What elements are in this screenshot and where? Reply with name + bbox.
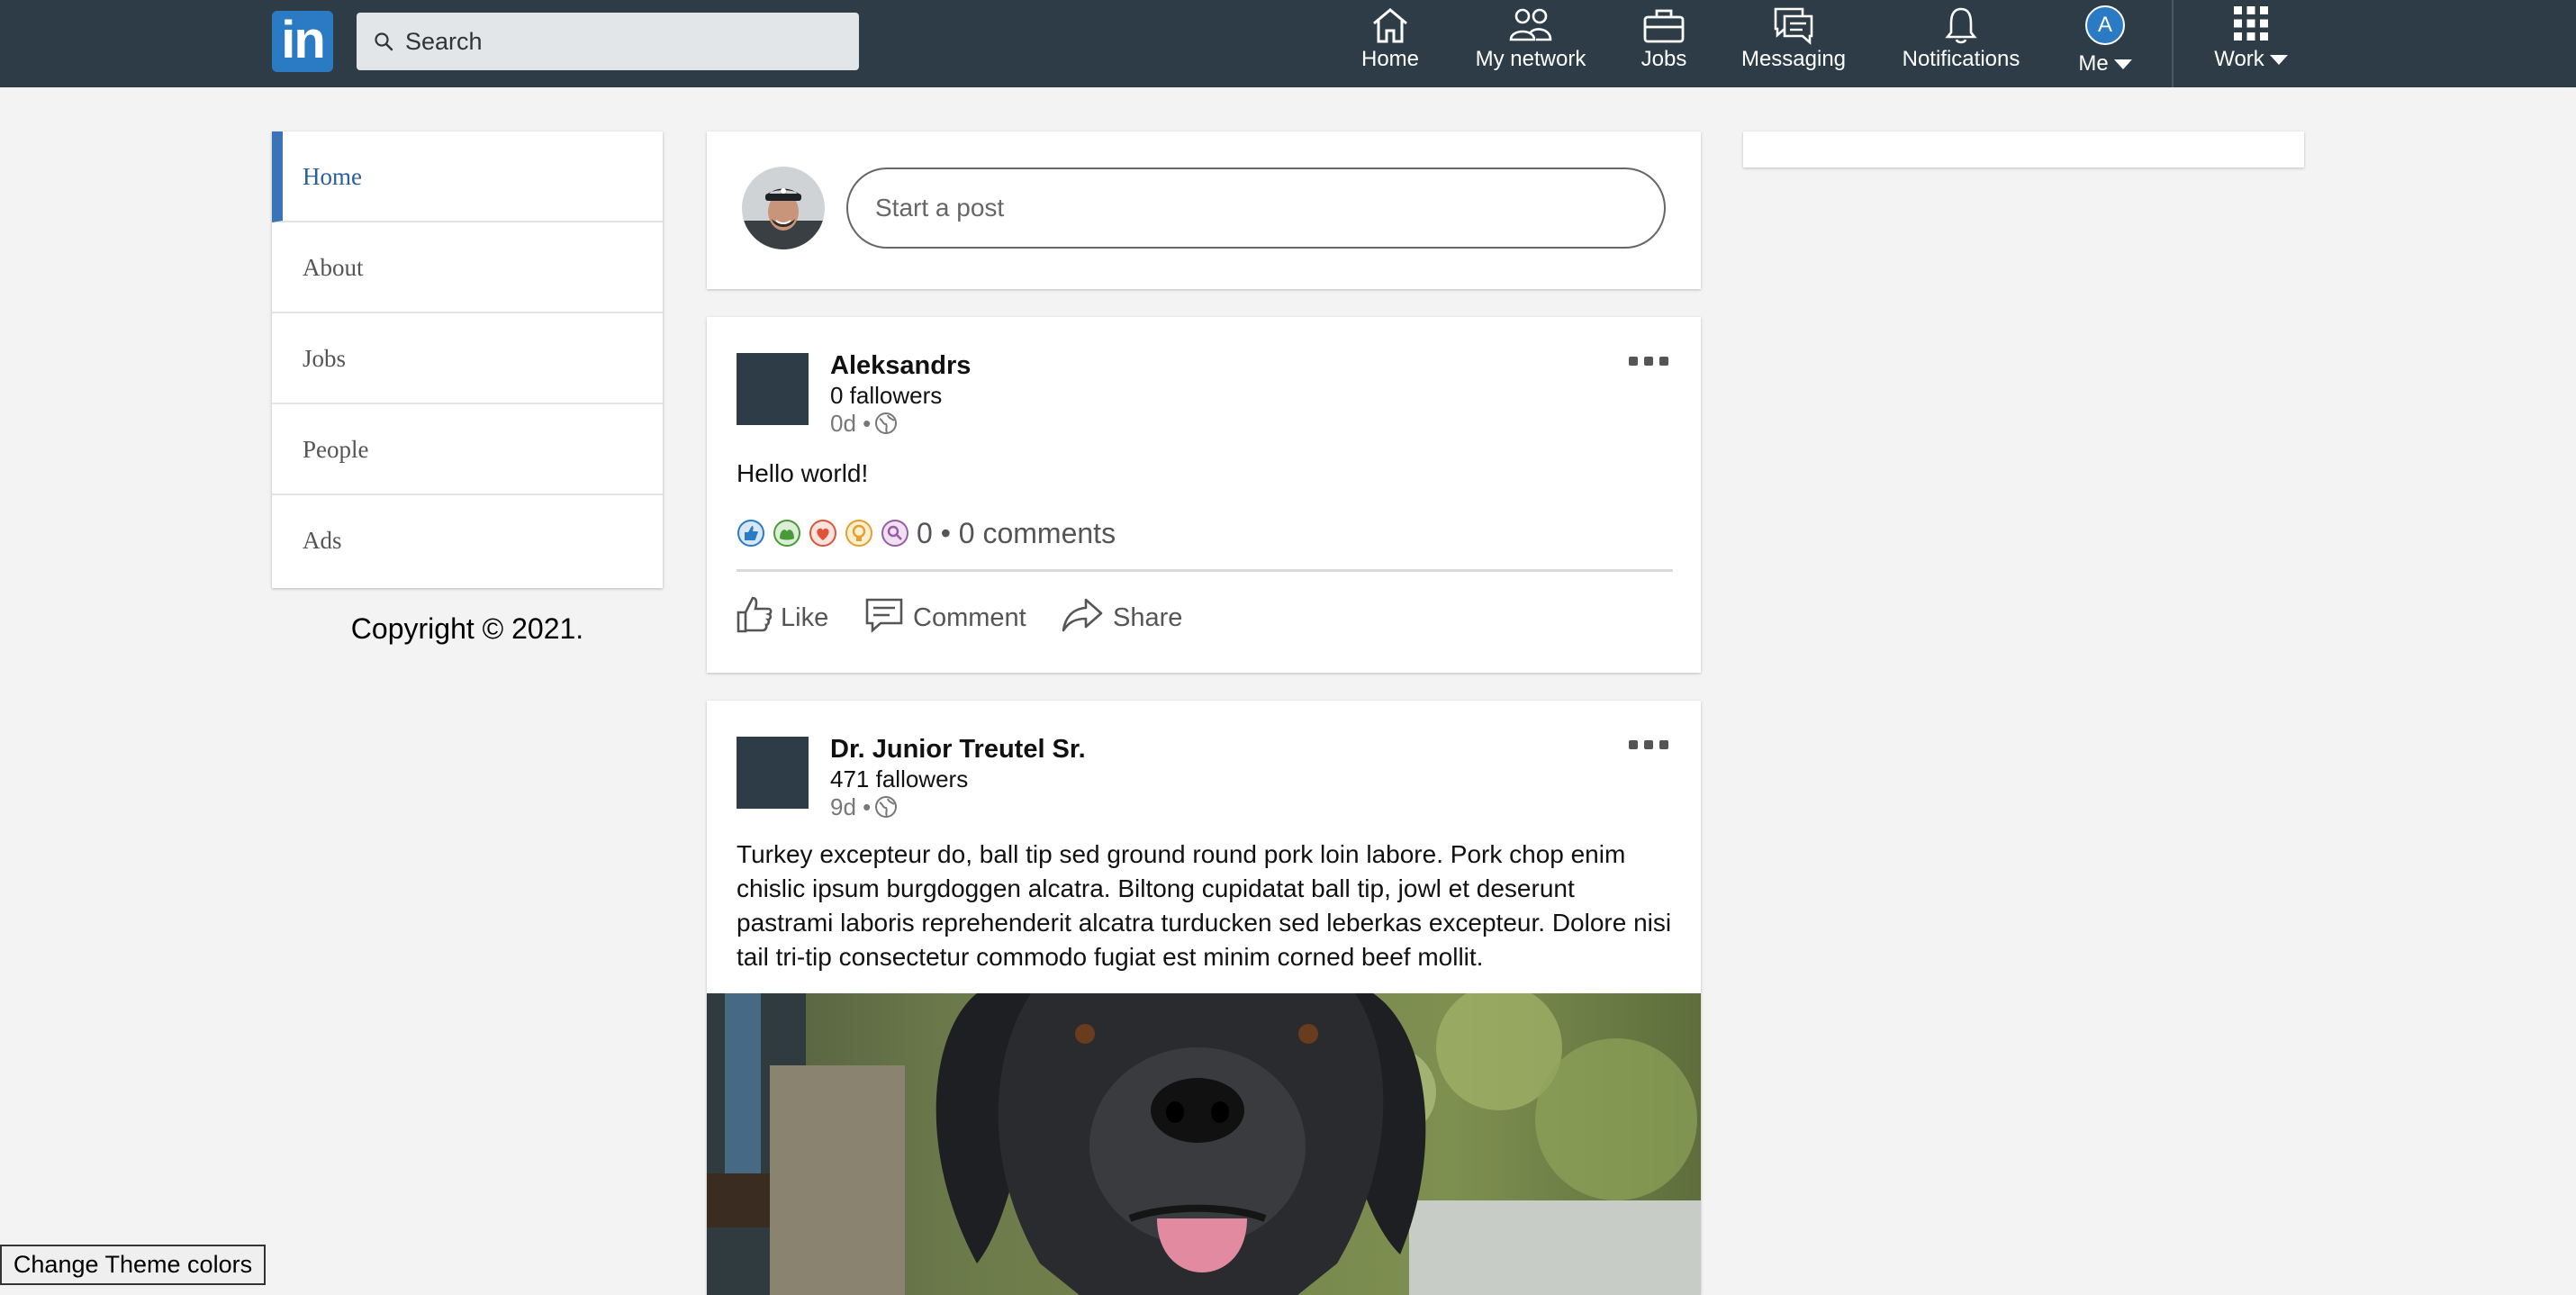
share-button[interactable]: Share: [1061, 594, 1187, 639]
post-author-name[interactable]: Aleksandrs: [830, 351, 971, 381]
briefcase-icon: [1643, 9, 1685, 43]
nav-notifications[interactable]: Notifications: [1898, 0, 2024, 87]
thumbs-up-icon: [737, 596, 773, 633]
nav-notifications-label: Notifications: [1902, 47, 2020, 71]
post-divider: [737, 569, 1673, 572]
sidebar-item-jobs[interactable]: Jobs: [272, 313, 663, 404]
like-button[interactable]: Like: [736, 594, 835, 639]
sidebar-item-label: Jobs: [303, 345, 347, 372]
sidebar-item-label: Ads: [303, 527, 342, 554]
messaging-icon: [1774, 7, 1813, 45]
globe-icon: [875, 412, 898, 434]
search-icon: [375, 32, 393, 51]
nav-home-label: Home: [1360, 47, 1420, 71]
post-timestamp-wrap: 0d •: [830, 410, 898, 438]
sidebar-item-home[interactable]: Home: [272, 131, 663, 222]
user-profile-photo[interactable]: [742, 167, 825, 249]
post-card: Aleksandrs 0 fallowers 0d • Hello world!…: [707, 317, 1701, 673]
post-timestamp-wrap: 9d •: [830, 793, 898, 821]
post-card: Dr. Junior Treutel Sr. 471 fallowers 9d …: [707, 701, 1701, 1295]
sidebar-item-ads[interactable]: Ads: [272, 495, 663, 586]
post-composer: Start a post: [707, 131, 1701, 289]
nav-work[interactable]: Work: [2206, 0, 2296, 87]
nav-home[interactable]: Home: [1351, 0, 1430, 87]
copyright-text: Copyright © 2021.: [350, 612, 584, 645]
nav-me-label-wrap: Me: [2065, 51, 2145, 77]
linkedin-logo[interactable]: in: [272, 11, 333, 72]
post-more-options-icon[interactable]: [1629, 740, 1668, 753]
nav-me[interactable]: A Me: [2065, 0, 2145, 87]
nav-jobs[interactable]: Jobs: [1630, 0, 1698, 87]
bell-icon: [1945, 7, 1977, 44]
post-author-avatar[interactable]: [737, 353, 809, 425]
right-sidebar-card: [1743, 131, 2304, 168]
comment-label: Comment: [913, 603, 1026, 632]
curious-reaction-icon: [881, 520, 908, 547]
share-arrow-icon: [1062, 598, 1103, 632]
nav-me-label: Me: [2078, 51, 2109, 76]
post-author-name[interactable]: Dr. Junior Treutel Sr.: [830, 735, 1086, 765]
post-body-text: Turkey excepteur do, ball tip sed ground…: [737, 840, 1672, 971]
nav-messaging[interactable]: Messaging: [1738, 0, 1849, 87]
nav-my-network-label: My network: [1475, 47, 1586, 71]
post-author-avatar[interactable]: [737, 737, 809, 809]
post-more-options-icon[interactable]: [1629, 357, 1668, 369]
search-input[interactable]: [405, 13, 846, 70]
like-label: Like: [781, 603, 829, 632]
chevron-down-icon: [2113, 59, 2132, 70]
post-image[interactable]: [707, 993, 1701, 1295]
black-dog-photo-icon: [707, 993, 1701, 1295]
post-author-followers: 0 fallowers: [830, 382, 943, 409]
nav-divider: [2172, 0, 2174, 87]
nav-jobs-label: Jobs: [1641, 47, 1687, 71]
nav-my-network[interactable]: My network: [1468, 0, 1594, 87]
sidebar-item-about[interactable]: About: [272, 222, 663, 313]
grid-icon: [2234, 6, 2268, 41]
comment-icon: [865, 598, 903, 633]
insightful-reaction-icon: [845, 520, 872, 547]
love-reaction-icon: [809, 520, 836, 547]
post-body-text: Hello world!: [737, 459, 869, 487]
nav-work-label: Work: [2214, 47, 2264, 71]
globe-icon: [875, 796, 898, 818]
sidebar-item-label: People: [303, 436, 369, 463]
post-timestamp: 0d •: [830, 410, 872, 437]
left-sidebar: Home About Jobs People Ads: [272, 131, 663, 588]
avatar: A: [2085, 5, 2125, 45]
top-navigation-bar: in Home My network Jobs Messaging Notifi…: [0, 0, 2576, 87]
logo-text: in: [281, 11, 326, 69]
profile-photo-icon: [742, 167, 825, 249]
celebrate-reaction-icon: [773, 520, 800, 547]
network-icon: [1509, 8, 1552, 41]
sidebar-item-people[interactable]: People: [272, 404, 663, 495]
reaction-comment-summary[interactable]: 0 • 0 comments: [917, 517, 1116, 550]
chevron-down-icon: [2269, 55, 2288, 66]
comment-button[interactable]: Comment: [864, 594, 1026, 639]
nav-work-label-wrap: Work: [2206, 47, 2296, 72]
post-timestamp: 9d •: [830, 793, 872, 820]
share-label: Share: [1113, 603, 1183, 632]
post-author-followers: 471 fallowers: [830, 765, 969, 792]
home-icon: [1373, 8, 1407, 43]
sidebar-item-label: About: [303, 254, 364, 281]
search-box[interactable]: [357, 13, 859, 70]
nav-messaging-label: Messaging: [1740, 47, 1847, 71]
like-reaction-icon: [737, 520, 764, 547]
change-theme-button[interactable]: Change Theme colors: [0, 1245, 266, 1285]
sidebar-item-label: Home: [303, 163, 362, 190]
start-post-input[interactable]: Start a post: [846, 168, 1666, 249]
